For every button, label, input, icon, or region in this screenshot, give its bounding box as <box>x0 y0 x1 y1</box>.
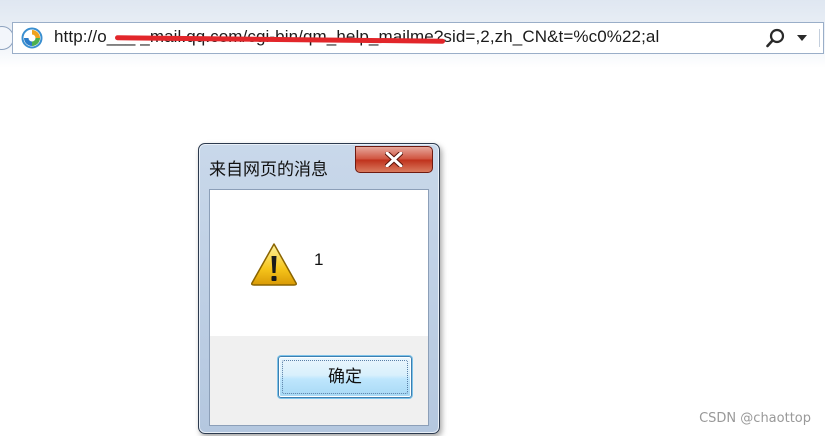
close-button[interactable] <box>355 146 433 173</box>
dropdown-arrow-icon[interactable] <box>797 33 807 43</box>
address-bar[interactable]: http://o___ _mail.qq.com/cgi-bin/qm_help… <box>12 22 824 54</box>
ok-button[interactable]: 确定 <box>278 356 412 398</box>
message-text: 1 <box>314 250 324 269</box>
message-area: 1 <box>210 190 428 336</box>
toolbar-divider <box>819 29 825 47</box>
dialog-body: 1 确定 <box>209 189 429 426</box>
warning-icon <box>251 243 297 286</box>
ok-button-label: 确定 <box>328 367 362 386</box>
dialog-title: 来自网页的消息 <box>209 160 328 179</box>
browser-window: http://o___ _mail.qq.com/cgi-bin/qm_help… <box>0 0 825 436</box>
close-icon <box>385 152 403 167</box>
browser-toolbar: http://o___ _mail.qq.com/cgi-bin/qm_help… <box>0 0 825 68</box>
alert-dialog: 来自网页的消息 1 确定 <box>198 143 440 434</box>
watermark: CSDN @chaottop <box>699 411 811 426</box>
search-icon[interactable] <box>765 27 787 49</box>
browser-page-icon <box>21 27 43 49</box>
